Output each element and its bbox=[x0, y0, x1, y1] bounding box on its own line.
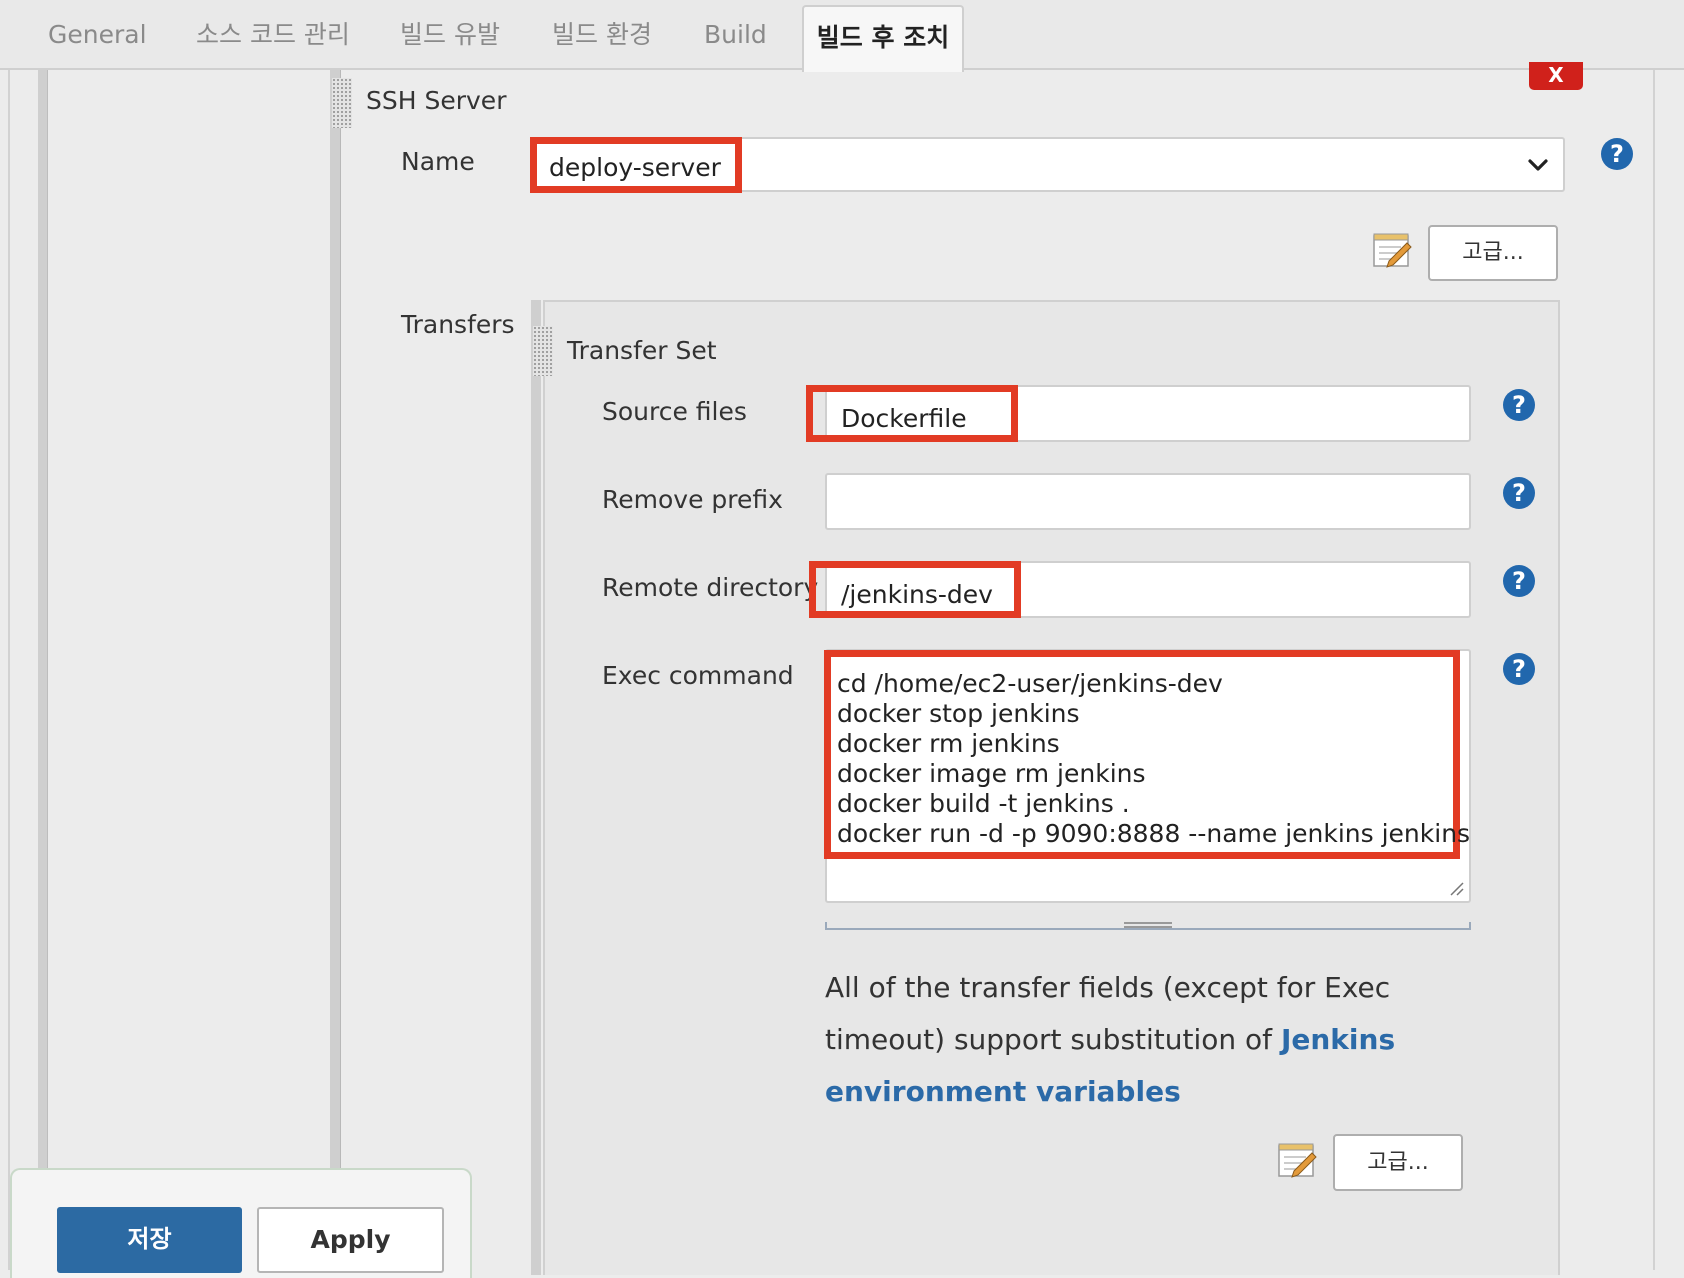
jenkins-env-link[interactable]: Jenkins bbox=[1281, 1023, 1395, 1056]
transfers-label: Transfers bbox=[401, 310, 515, 339]
advanced-button-transfer[interactable]: 고급... bbox=[1333, 1134, 1463, 1191]
jenkins-env-link-cont[interactable]: environment variables bbox=[825, 1075, 1181, 1108]
page-border-left bbox=[8, 70, 10, 1270]
notepad-icon[interactable] bbox=[1276, 1141, 1318, 1179]
resize-grip-icon[interactable] bbox=[1447, 879, 1465, 897]
remove-prefix-label: Remove prefix bbox=[602, 485, 783, 514]
section-strip-left bbox=[38, 70, 48, 1270]
remote-directory-highlight: /jenkins-dev bbox=[809, 561, 1021, 618]
tab-general[interactable]: General bbox=[48, 0, 147, 70]
tab-build-environment[interactable]: 빌드 환경 bbox=[552, 0, 652, 70]
tab-post-build-actions[interactable]: 빌드 후 조치 bbox=[802, 5, 964, 72]
exec-command-label: Exec command bbox=[602, 661, 794, 690]
help-icon-source-files[interactable]: ? bbox=[1503, 389, 1535, 421]
source-files-label: Source files bbox=[602, 397, 747, 426]
delete-ssh-server-button[interactable]: X bbox=[1529, 62, 1583, 90]
page-border-right bbox=[1653, 70, 1655, 1270]
expand-grip-icon bbox=[1124, 922, 1172, 928]
section-strip-middle bbox=[330, 70, 340, 1270]
exec-command-highlight: cd /home/ec2-user/jenkins-dev docker sto… bbox=[824, 650, 1470, 859]
transfer-description: All of the transfer fields (except for E… bbox=[825, 962, 1505, 1118]
tab-build[interactable]: Build bbox=[704, 0, 767, 70]
source-files-value: Dockerfile bbox=[841, 404, 967, 433]
name-label: Name bbox=[401, 147, 475, 176]
apply-button[interactable]: Apply bbox=[257, 1207, 444, 1273]
notepad-icon[interactable] bbox=[1371, 231, 1413, 269]
description-line-1: All of the transfer fields (except for E… bbox=[825, 971, 1391, 1004]
description-text: timeout) support substitution of bbox=[825, 1023, 1281, 1056]
source-files-highlight: Dockerfile bbox=[806, 385, 1018, 442]
textarea-expand-bar[interactable] bbox=[825, 922, 1471, 930]
name-highlight: deploy-server bbox=[530, 137, 742, 193]
save-button[interactable]: 저장 bbox=[57, 1207, 242, 1273]
remote-directory-label: Remote directory bbox=[602, 573, 819, 602]
transfers-strip bbox=[531, 300, 541, 1275]
ssh-server-title: SSH Server bbox=[366, 86, 507, 115]
exec-command-value: cd /home/ec2-user/jenkins-dev docker sto… bbox=[837, 669, 1471, 848]
description-line-2: timeout) support substitution of Jenkins bbox=[825, 1014, 1505, 1066]
tab-bar: General 소스 코드 관리 빌드 유발 빌드 환경 Build 빌드 후 … bbox=[0, 0, 1684, 72]
help-icon-exec-command[interactable]: ? bbox=[1503, 653, 1535, 685]
drag-handle-transfer-set[interactable] bbox=[533, 326, 553, 376]
remove-prefix-input[interactable] bbox=[825, 473, 1471, 530]
advanced-button-ssh[interactable]: 고급... bbox=[1428, 225, 1558, 281]
help-icon-remove-prefix[interactable]: ? bbox=[1503, 477, 1535, 509]
tab-source-code[interactable]: 소스 코드 관리 bbox=[196, 0, 350, 70]
section-divider bbox=[340, 70, 341, 1270]
chevron-down-icon bbox=[1528, 159, 1548, 171]
help-icon-remote-directory[interactable]: ? bbox=[1503, 565, 1535, 597]
help-icon-name[interactable]: ? bbox=[1601, 138, 1633, 170]
remote-directory-value: /jenkins-dev bbox=[841, 580, 993, 609]
tab-build-triggers[interactable]: 빌드 유발 bbox=[400, 0, 500, 70]
transfer-set-title: Transfer Set bbox=[567, 336, 717, 365]
name-value: deploy-server bbox=[549, 153, 721, 182]
drag-handle-ssh-server[interactable] bbox=[332, 78, 352, 128]
